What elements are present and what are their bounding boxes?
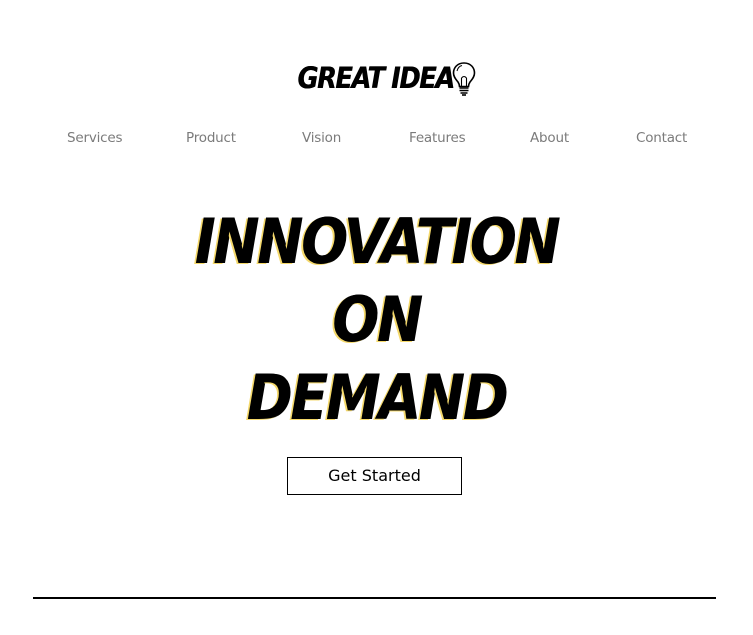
nav-link-services[interactable]: Services <box>67 128 123 148</box>
hero-heading: INNOVATION ON DEMAND <box>0 203 753 437</box>
get-started-button[interactable]: Get Started <box>287 457 462 495</box>
nav-link-features[interactable]: Features <box>409 128 466 148</box>
nav-link-contact[interactable]: Contact <box>636 128 687 148</box>
nav-link-vision[interactable]: Vision <box>302 128 341 148</box>
lightbulb-icon <box>451 58 477 98</box>
hero-heading-line-1: INNOVATION <box>194 205 560 278</box>
main-nav: Services Product Vision Features About C… <box>0 128 753 148</box>
hero-heading-line-2: ON <box>332 283 422 356</box>
nav-link-product[interactable]: Product <box>186 128 236 148</box>
logo[interactable]: GREAT IDEA <box>0 58 753 98</box>
section-divider <box>33 597 716 599</box>
nav-link-about[interactable]: About <box>530 128 569 148</box>
hero-heading-line-3: DEMAND <box>246 361 508 434</box>
logo-text: GREAT IDEA <box>297 61 455 95</box>
